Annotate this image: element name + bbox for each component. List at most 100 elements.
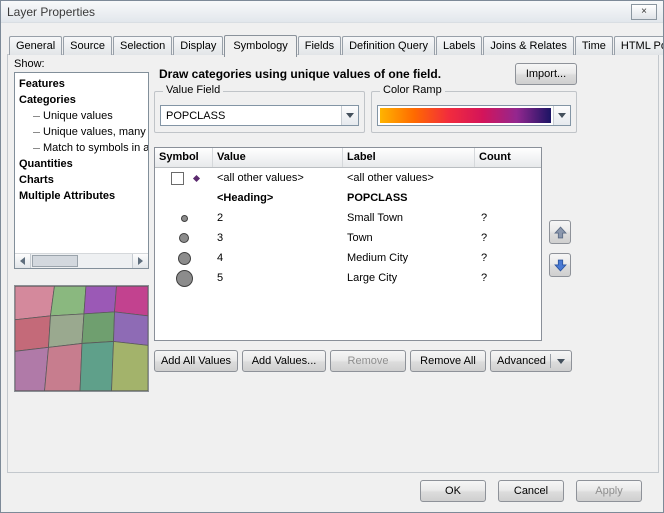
move-up-button[interactable] bbox=[549, 220, 571, 244]
chevron-down-icon[interactable] bbox=[341, 106, 358, 125]
scroll-right-arrow-icon[interactable] bbox=[132, 254, 148, 268]
column-header-value[interactable]: Value bbox=[213, 148, 343, 167]
row-label: Town bbox=[343, 232, 475, 244]
table-row[interactable]: <all other values> <all other values> bbox=[155, 168, 541, 188]
row-label: Medium City bbox=[343, 252, 475, 264]
circle-symbol[interactable] bbox=[178, 252, 191, 265]
value-field-label: Value Field bbox=[163, 84, 223, 96]
tree-item-charts[interactable]: Charts bbox=[19, 172, 148, 188]
row-label: Small Town bbox=[343, 212, 475, 224]
row-value: 5 bbox=[213, 272, 343, 284]
table-row[interactable]: <Heading> POPCLASS bbox=[155, 188, 541, 208]
table-header: Symbol Value Label Count bbox=[155, 148, 541, 168]
add-all-values-label: Add All Values bbox=[161, 355, 231, 367]
color-ramp-preview bbox=[380, 108, 551, 123]
row-label: POPCLASS bbox=[343, 192, 475, 204]
circle-symbol[interactable] bbox=[176, 270, 193, 287]
close-button[interactable]: × bbox=[631, 4, 657, 20]
scrollbar-thumb[interactable] bbox=[32, 255, 78, 267]
tab-html-popup[interactable]: HTML Popup bbox=[614, 36, 664, 55]
tab-time[interactable]: Time bbox=[575, 36, 613, 55]
row-value: 2 bbox=[213, 212, 343, 224]
tree-item-unique-values-many[interactable]: Unique values, many bbox=[19, 124, 148, 140]
ok-button[interactable]: OK bbox=[420, 480, 486, 502]
row-value: <Heading> bbox=[213, 192, 343, 204]
table-row[interactable]: 4 Medium City ? bbox=[155, 248, 541, 268]
tab-source[interactable]: Source bbox=[63, 36, 112, 55]
scroll-left-arrow-icon[interactable] bbox=[15, 254, 31, 268]
row-value: <all other values> bbox=[213, 172, 343, 184]
color-ramp-dropdown[interactable] bbox=[377, 105, 571, 126]
remove-all-label: Remove All bbox=[420, 355, 476, 367]
row-count: ? bbox=[475, 252, 541, 264]
advanced-menu-button[interactable]: Advanced bbox=[490, 350, 572, 372]
table-row[interactable]: 2 Small Town ? bbox=[155, 208, 541, 228]
tab-joins-relates[interactable]: Joins & Relates bbox=[483, 36, 573, 55]
circle-symbol[interactable] bbox=[179, 233, 189, 243]
show-tree-items: Features Categories Unique values Unique… bbox=[15, 73, 148, 204]
color-ramp-label: Color Ramp bbox=[380, 84, 445, 96]
tab-definition-query[interactable]: Definition Query bbox=[342, 36, 435, 55]
chevron-down-icon bbox=[550, 354, 565, 368]
map-preview-image bbox=[15, 286, 148, 391]
value-field-dropdown[interactable]: POPCLASS bbox=[160, 105, 359, 126]
tab-labels[interactable]: Labels bbox=[436, 36, 482, 55]
panel-heading: Draw categories using unique values of o… bbox=[159, 67, 511, 81]
cancel-button[interactable]: Cancel bbox=[498, 480, 564, 502]
row-value: 4 bbox=[213, 252, 343, 264]
chevron-down-icon[interactable] bbox=[553, 106, 570, 125]
ok-label: OK bbox=[445, 485, 461, 497]
column-header-count[interactable]: Count bbox=[475, 148, 541, 167]
row-count: ? bbox=[475, 272, 541, 284]
row-count: ? bbox=[475, 232, 541, 244]
tab-selection[interactable]: Selection bbox=[113, 36, 172, 55]
import-button[interactable]: Import... bbox=[515, 63, 577, 85]
show-tree: Features Categories Unique values Unique… bbox=[14, 72, 149, 269]
tree-item-multiple-attributes[interactable]: Multiple Attributes bbox=[19, 188, 148, 204]
point-symbol[interactable] bbox=[193, 174, 200, 181]
circle-symbol[interactable] bbox=[181, 215, 188, 222]
tab-general[interactable]: General bbox=[9, 36, 62, 55]
tree-item-categories[interactable]: Categories bbox=[19, 92, 148, 108]
value-field-selected: POPCLASS bbox=[161, 106, 341, 125]
row-label: Large City bbox=[343, 272, 475, 284]
tree-item-match-symbols[interactable]: Match to symbols in a bbox=[19, 140, 148, 156]
tree-item-unique-values[interactable]: Unique values bbox=[19, 108, 148, 124]
layer-properties-dialog: Layer Properties × General Source Select… bbox=[0, 0, 664, 513]
table-row[interactable]: 5 Large City ? bbox=[155, 268, 541, 288]
all-other-values-checkbox[interactable] bbox=[171, 172, 184, 185]
show-label: Show: bbox=[14, 58, 45, 70]
arrow-up-icon bbox=[554, 226, 567, 239]
add-all-values-button[interactable]: Add All Values bbox=[154, 350, 238, 372]
advanced-label: Advanced bbox=[497, 355, 546, 367]
column-header-symbol[interactable]: Symbol bbox=[155, 148, 213, 167]
remove-label: Remove bbox=[348, 355, 389, 367]
row-label: <all other values> bbox=[343, 172, 475, 184]
tab-bar: General Source Selection Display Symbolo… bbox=[9, 32, 664, 55]
arrow-down-icon bbox=[554, 259, 567, 272]
tab-symbology[interactable]: Symbology bbox=[224, 35, 296, 57]
row-value: 3 bbox=[213, 232, 343, 244]
apply-button[interactable]: Apply bbox=[576, 480, 642, 502]
close-icon: × bbox=[641, 6, 647, 17]
unique-values-table: Symbol Value Label Count <all other valu… bbox=[154, 147, 542, 341]
cancel-label: Cancel bbox=[514, 485, 548, 497]
table-row[interactable]: 3 Town ? bbox=[155, 228, 541, 248]
tab-display[interactable]: Display bbox=[173, 36, 223, 55]
remove-button[interactable]: Remove bbox=[330, 350, 406, 372]
title-bar: Layer Properties × bbox=[1, 1, 663, 23]
move-down-button[interactable] bbox=[549, 253, 571, 277]
tree-horizontal-scrollbar[interactable] bbox=[15, 253, 148, 268]
import-button-label: Import... bbox=[526, 68, 566, 80]
tree-item-features[interactable]: Features bbox=[19, 76, 148, 92]
apply-label: Apply bbox=[595, 485, 623, 497]
column-header-label[interactable]: Label bbox=[343, 148, 475, 167]
remove-all-button[interactable]: Remove All bbox=[410, 350, 486, 372]
map-preview bbox=[14, 285, 149, 392]
row-count: ? bbox=[475, 212, 541, 224]
tab-fields[interactable]: Fields bbox=[298, 36, 341, 55]
tree-item-quantities[interactable]: Quantities bbox=[19, 156, 148, 172]
add-values-button[interactable]: Add Values... bbox=[242, 350, 326, 372]
window-title: Layer Properties bbox=[7, 5, 95, 19]
add-values-label: Add Values... bbox=[252, 355, 317, 367]
